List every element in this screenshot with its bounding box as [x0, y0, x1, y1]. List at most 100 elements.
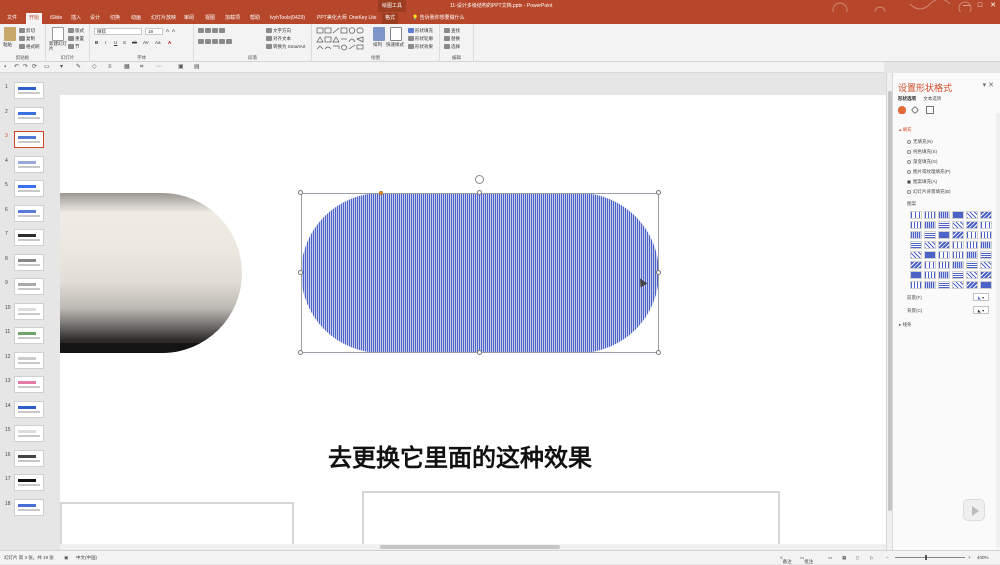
pattern-swatch[interactable] [938, 221, 950, 229]
pattern-swatch[interactable] [910, 211, 922, 219]
placeholder-box-right[interactable] [362, 491, 780, 550]
format-painter-button[interactable]: 格式刷 [19, 43, 40, 50]
fill-option-slide-bg[interactable]: 幻灯片背景填充(B) [907, 189, 951, 195]
fill-option-picture[interactable]: 图片或纹理填充(P) [907, 169, 951, 175]
slide-thumbnail[interactable] [14, 376, 44, 393]
tab-file[interactable]: 文件 [4, 13, 20, 24]
resize-handle-ne[interactable] [656, 190, 661, 195]
pattern-swatch[interactable] [966, 241, 978, 249]
pattern-swatch[interactable] [924, 211, 936, 219]
strikethrough-button[interactable]: ab [132, 39, 137, 46]
resize-handle-n[interactable] [477, 190, 482, 195]
effects-icon[interactable] [910, 105, 920, 115]
language-indicator[interactable]: 中文(中国) [76, 555, 97, 561]
resize-handle-w[interactable] [298, 270, 303, 275]
tab-ppt-beautify[interactable]: PPT美化大师 [314, 13, 350, 24]
tab-transitions[interactable]: 切换 [107, 13, 123, 24]
shape-effects-button[interactable]: 形状效果 [408, 43, 433, 50]
font-color-button[interactable]: A [168, 39, 171, 46]
pattern-swatch[interactable] [938, 211, 950, 219]
pattern-swatch[interactable] [952, 251, 964, 259]
foreground-color-button[interactable]: ◣ ▾ [973, 293, 989, 301]
slide-thumbnail[interactable] [14, 253, 44, 271]
zoom-out-icon[interactable]: − [886, 555, 889, 560]
start-slideshow-icon[interactable]: ▭ [44, 64, 50, 71]
landscape-image-shape[interactable] [60, 193, 242, 353]
replace-button[interactable]: 替换 [444, 35, 460, 42]
slide-thumbnail[interactable] [14, 131, 44, 148]
background-color-button[interactable]: ◣ ▾ [973, 306, 989, 314]
pattern-swatch[interactable] [952, 211, 964, 219]
pattern-swatch[interactable] [938, 281, 950, 289]
pattern-swatch[interactable] [910, 281, 922, 289]
pattern-swatch[interactable] [966, 211, 978, 219]
comments-button[interactable]: ▭ 批注 [800, 555, 813, 564]
shrink-font-button[interactable]: A [172, 27, 175, 34]
zoom-slider[interactable] [895, 557, 965, 558]
select-button[interactable]: 选择 [444, 43, 460, 50]
rotate-handle-icon[interactable] [475, 175, 484, 184]
slide-thumbnail[interactable] [14, 351, 44, 369]
save-icon[interactable]: ▪ [4, 64, 6, 71]
slide-thumbnail[interactable] [14, 302, 44, 320]
font-name-combo[interactable]: 微软 [94, 28, 142, 35]
tab-insert[interactable]: 插入 [68, 13, 84, 24]
table-icon[interactable]: ▦ [124, 64, 130, 71]
shape-fill-button[interactable]: 形状填充 [408, 27, 433, 34]
shape-icon[interactable]: ◇ [92, 64, 97, 71]
pattern-swatch[interactable] [966, 271, 978, 279]
reset-button[interactable]: 重置 [68, 35, 84, 42]
bold-button[interactable]: B [95, 39, 98, 46]
fill-section-header[interactable]: ▴ 填充 [899, 127, 912, 133]
slide-thumbnail[interactable] [14, 449, 44, 467]
align-text-button[interactable]: 对齐文本 [266, 35, 291, 42]
fill-option-gradient[interactable]: 渐变填充(G) [907, 159, 938, 165]
pattern-swatch[interactable] [966, 261, 978, 269]
pattern-swatch[interactable] [924, 231, 936, 239]
fill-option-pattern[interactable]: 图案填充(A) [907, 179, 937, 185]
size-properties-icon[interactable] [926, 106, 934, 114]
quick-styles-button[interactable]: 快速样式 [386, 41, 404, 48]
cut-button[interactable]: 剪切 [19, 27, 35, 34]
notes-button[interactable]: ≡ 备注 [780, 555, 792, 564]
pattern-swatch[interactable] [980, 261, 992, 269]
pattern-swatch[interactable] [980, 231, 992, 239]
close-button[interactable]: ✕ [990, 0, 996, 12]
video-play-icon[interactable] [963, 499, 985, 521]
pattern-swatch[interactable] [966, 281, 978, 289]
pattern-swatch[interactable] [910, 221, 922, 229]
format-icon[interactable]: ▤ [194, 64, 200, 71]
line-section-header[interactable]: ▸ 线条 [899, 322, 912, 328]
refresh-icon[interactable]: ⟳ [32, 64, 37, 71]
redo-icon[interactable]: ↷ [23, 64, 28, 71]
pattern-swatch[interactable] [980, 251, 992, 259]
tab-design[interactable]: 设计 [87, 13, 103, 24]
pattern-swatch[interactable] [924, 271, 936, 279]
hscroll-thumb[interactable] [380, 545, 560, 549]
align-objects-icon[interactable]: ≡ [108, 64, 112, 71]
pattern-swatch[interactable] [910, 231, 922, 239]
new-slide-button[interactable]: 新建幻灯片 [49, 41, 67, 51]
pattern-swatch[interactable] [966, 221, 978, 229]
tell-me-box[interactable]: 💡 告诉我你想要做什么 [412, 13, 465, 24]
slide-thumbnail[interactable] [14, 278, 44, 295]
toolbar-option-icon[interactable]: ▾ [60, 64, 63, 71]
pane-scrollbar[interactable] [996, 113, 1000, 548]
slideshow-view-icon[interactable]: ▷ [870, 555, 873, 561]
more-commands-icon[interactable]: ⋯ [156, 64, 162, 71]
slide-thumbnail[interactable] [14, 204, 44, 222]
bullets-button[interactable] [198, 27, 226, 34]
zoom-knob[interactable] [925, 555, 927, 560]
pattern-swatch[interactable] [938, 251, 950, 259]
pattern-swatch[interactable] [938, 241, 950, 249]
shadow-button[interactable]: S [123, 39, 126, 46]
pattern-swatch[interactable] [938, 231, 950, 239]
tab-home[interactable]: 开始 [26, 13, 43, 24]
tab-slideshow[interactable]: 幻灯片放映 [148, 13, 179, 24]
pattern-swatch[interactable] [938, 261, 950, 269]
pattern-swatch[interactable] [910, 271, 922, 279]
tab-onekey[interactable]: OneKey Lite [346, 13, 380, 24]
text-direction-button[interactable]: 文字方向 [266, 27, 291, 34]
reading-view-icon[interactable]: ▯ [856, 555, 858, 561]
pattern-swatch[interactable] [980, 241, 992, 249]
